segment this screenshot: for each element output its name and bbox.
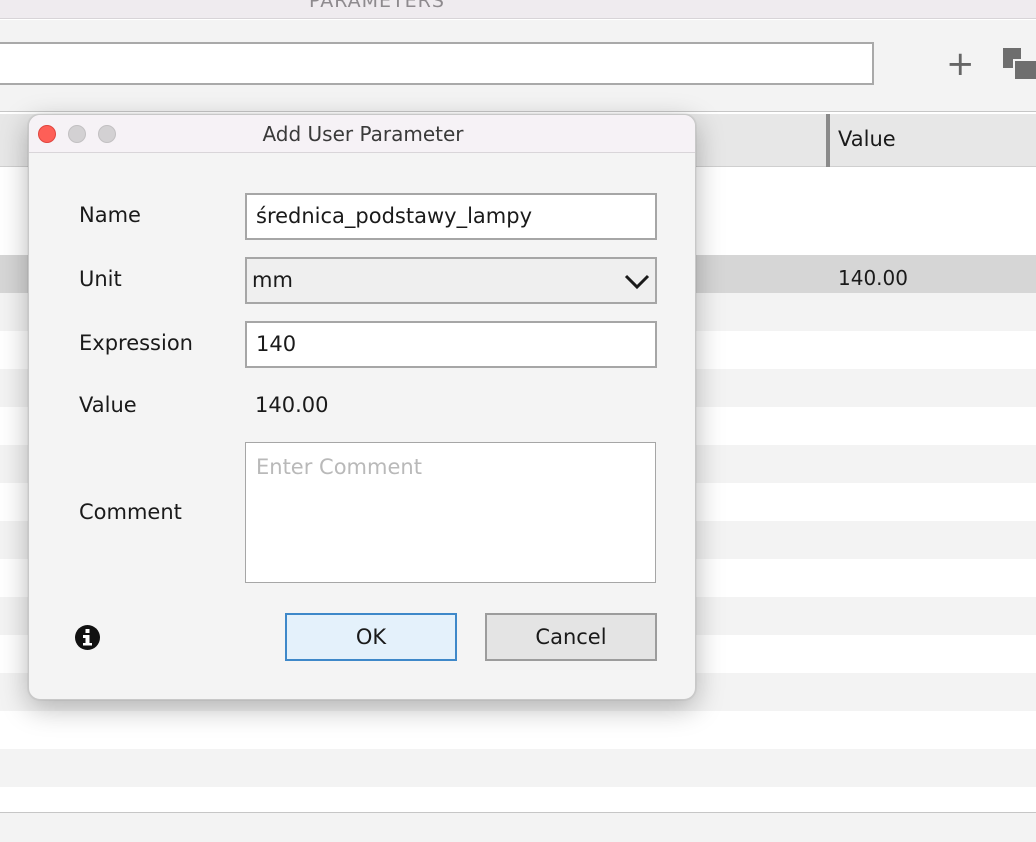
expression-input[interactable]: 140 (245, 321, 657, 368)
cancel-button[interactable]: Cancel (485, 613, 657, 661)
info-icon[interactable] (74, 624, 101, 651)
copy-icon[interactable] (1003, 48, 1036, 82)
column-divider[interactable] (826, 114, 830, 167)
unit-label: Unit (79, 267, 122, 291)
parameters-window-titlebar: PARAMETERS (0, 0, 1036, 19)
row-value-cell: 140.00 (838, 266, 908, 290)
dialog-titlebar: Add User Parameter (29, 115, 695, 153)
unit-select-value: mm (252, 268, 293, 292)
name-input[interactable]: średnica_podstawy_lampy (245, 193, 657, 240)
plus-icon[interactable]: + (946, 47, 975, 81)
add-user-parameter-dialog: Add User Parameter Name średnica_podstaw… (28, 114, 696, 700)
name-label: Name (79, 203, 141, 227)
value-label: Value (79, 393, 137, 417)
value-readout: 140.00 (255, 393, 329, 417)
comment-textarea[interactable]: Enter Comment (245, 442, 656, 583)
parameters-window-title: PARAMETERS (309, 0, 445, 12)
parameters-toolbar: + (0, 20, 1036, 112)
comment-label: Comment (79, 500, 182, 524)
parameters-window-footer (0, 812, 1036, 842)
expression-label: Expression (79, 331, 193, 355)
table-row[interactable] (0, 749, 1036, 787)
ok-button[interactable]: OK (285, 613, 457, 661)
table-row[interactable] (0, 711, 1036, 749)
parameter-search-input[interactable] (0, 42, 874, 85)
chevron-down-icon (624, 274, 650, 290)
dialog-title: Add User Parameter (262, 122, 464, 146)
column-header-value[interactable]: Value (838, 127, 896, 151)
unit-select[interactable]: mm (245, 257, 657, 304)
